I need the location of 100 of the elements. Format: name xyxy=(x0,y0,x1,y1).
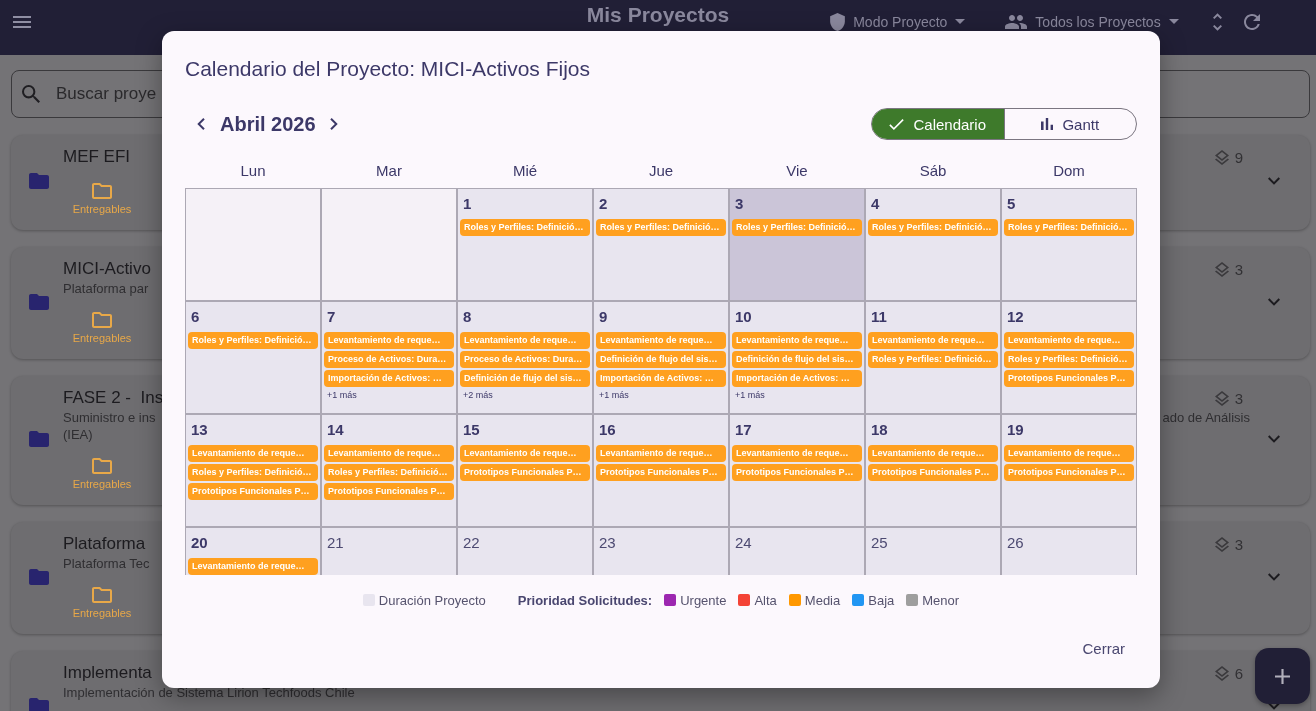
event-chip[interactable]: Prototipos Funcionales P… xyxy=(868,464,998,481)
event-chip[interactable]: Levantamiento de reque… xyxy=(1004,445,1134,462)
event-chip[interactable]: Roles y Perfiles: Definició… xyxy=(868,351,998,368)
day-number: 14 xyxy=(326,420,344,440)
refresh-button[interactable] xyxy=(1243,13,1260,30)
folder-icon xyxy=(29,293,49,310)
chevron-left-icon xyxy=(197,118,205,130)
deliverables-button[interactable]: Entregables xyxy=(63,458,141,491)
event-chip[interactable]: Prototipos Funcionales P… xyxy=(732,464,862,481)
weekday-label: Lun xyxy=(240,161,266,179)
event-chip[interactable]: Levantamiento de reque… xyxy=(596,445,726,462)
project-title: MEF EFI xyxy=(63,147,131,167)
event-chip[interactable]: Roles y Perfiles: Definició… xyxy=(868,219,998,236)
folder-icon xyxy=(29,173,49,189)
folder-icon xyxy=(29,568,49,585)
event-chip[interactable]: Definición de flujo del sis… xyxy=(460,370,590,387)
event-chip[interactable]: Roles y Perfiles: Definició… xyxy=(732,219,862,236)
chevron-down-icon xyxy=(1268,297,1280,306)
caret-icon xyxy=(1168,19,1179,24)
event-chip[interactable]: Levantamiento de reque… xyxy=(324,445,454,462)
previous-month-button[interactable] xyxy=(197,118,205,130)
event-chip[interactable]: Roles y Perfiles: Definició… xyxy=(596,219,726,236)
expand-collapse-button[interactable] xyxy=(1212,12,1222,31)
expand-button[interactable] xyxy=(1268,572,1280,581)
event-chip[interactable]: Prototipos Funcionales P… xyxy=(1004,370,1134,387)
day-number: 13 xyxy=(190,420,208,440)
item-count: 9 xyxy=(1234,148,1243,166)
event-chip[interactable]: Prototipos Funcionales P… xyxy=(188,483,318,500)
deliverables-button[interactable]: Entregables xyxy=(63,587,141,620)
event-chip[interactable]: Levantamiento de reque… xyxy=(460,445,590,462)
legend-label: Alta xyxy=(754,592,777,608)
deliverables-button[interactable]: Entregables xyxy=(63,183,141,216)
event-chip[interactable]: Roles y Perfiles: Definició… xyxy=(460,219,590,236)
expand-button[interactable] xyxy=(1268,297,1280,306)
project-title: MICI-Activo xyxy=(63,259,151,279)
event-chip[interactable]: Definición de flujo del sis… xyxy=(732,351,862,368)
legend-label: Media xyxy=(804,592,841,608)
folder-icon xyxy=(92,458,112,474)
event-chip[interactable]: Importación de Activos: … xyxy=(324,370,454,387)
event-chip[interactable]: Proceso de Activos: Dura… xyxy=(324,351,454,368)
plus-icon xyxy=(1275,668,1290,684)
layers-icon xyxy=(1214,390,1229,406)
mode-dropdown[interactable]: Modo Proyecto xyxy=(830,12,966,31)
event-chip[interactable]: Proceso de Activos: Dura… xyxy=(460,351,590,368)
day-number: 1 xyxy=(462,194,472,214)
event-chip[interactable]: Levantamiento de reque… xyxy=(868,445,998,462)
menu-button[interactable] xyxy=(13,15,31,28)
day-number: 18 xyxy=(870,420,888,440)
weekday-label: Jue xyxy=(648,161,674,179)
bar-chart-icon xyxy=(1041,118,1054,130)
event-chip[interactable]: Definición de flujo del sis… xyxy=(596,351,726,368)
event-chip[interactable]: Prototipos Funcionales P… xyxy=(324,483,454,500)
day-number: 4 xyxy=(870,194,880,214)
event-chip[interactable]: Levantamiento de reque… xyxy=(460,332,590,349)
view-tab[interactable]: Gantt xyxy=(1003,109,1136,139)
event-chip[interactable]: Roles y Perfiles: Definició… xyxy=(324,464,454,481)
legend-label: Menor xyxy=(922,592,960,608)
event-chip[interactable]: Levantamiento de reque… xyxy=(596,332,726,349)
event-chip[interactable]: Importación de Activos: … xyxy=(732,370,862,387)
event-chip[interactable]: Importación de Activos: … xyxy=(596,370,726,387)
day-number: 15 xyxy=(462,420,480,440)
next-month-button[interactable] xyxy=(329,118,338,130)
day-number: 17 xyxy=(734,420,752,440)
deliverables-button[interactable]: Entregables xyxy=(63,312,141,345)
project-description: Suministro e ins xyxy=(63,409,156,426)
project-title: FASE 2 - Ins xyxy=(63,388,164,408)
event-chip[interactable]: Roles y Perfiles: Definició… xyxy=(188,332,318,349)
expand-button[interactable] xyxy=(1268,177,1280,185)
folder-icon xyxy=(92,312,112,328)
more-events-link[interactable]: +2 más xyxy=(460,389,493,401)
weekday-label: Mar xyxy=(376,161,402,179)
more-events-link[interactable]: +1 más xyxy=(324,389,357,401)
event-chip[interactable]: Roles y Perfiles: Definició… xyxy=(1004,219,1134,236)
close-button[interactable]: Cerrar xyxy=(1070,632,1137,664)
event-chip[interactable]: Levantamiento de reque… xyxy=(732,445,862,462)
legend-title: Prioridad Solicitudes: xyxy=(517,592,653,608)
event-chip[interactable]: Levantamiento de reque… xyxy=(732,332,862,349)
event-chip[interactable]: Levantamiento de reque… xyxy=(188,558,318,575)
more-events-link[interactable]: +1 más xyxy=(596,389,629,401)
event-chip[interactable]: Roles y Perfiles: Definició… xyxy=(188,464,318,481)
search-icon xyxy=(22,85,40,103)
event-chip[interactable]: Levantamiento de reque… xyxy=(188,445,318,462)
item-count: 3 xyxy=(1234,260,1243,278)
event-chip[interactable]: Levantamiento de reque… xyxy=(324,332,454,349)
layers-icon xyxy=(1214,665,1229,681)
expand-button[interactable] xyxy=(1268,435,1280,443)
view-tab[interactable]: Calendario xyxy=(872,109,1004,139)
event-chip[interactable]: Prototipos Funcionales P… xyxy=(460,464,590,481)
add-button[interactable] xyxy=(1255,648,1310,704)
event-chip[interactable]: Levantamiento de reque… xyxy=(1004,332,1134,349)
event-chip[interactable]: Prototipos Funcionales P… xyxy=(1004,464,1134,481)
event-chip[interactable]: Roles y Perfiles: Definició… xyxy=(1004,351,1134,368)
event-chip[interactable]: Prototipos Funcionales P… xyxy=(596,464,726,481)
event-chip[interactable]: Levantamiento de reque… xyxy=(868,332,998,349)
project-filter-dropdown[interactable]: Todos los Proyectos xyxy=(1005,13,1179,30)
item-count: 3 xyxy=(1234,535,1243,553)
project-description: Plataforma par xyxy=(63,280,149,297)
legend-label: Duración Proyecto xyxy=(378,592,486,608)
more-events-link[interactable]: +1 más xyxy=(732,389,765,401)
day-number: 5 xyxy=(1006,194,1016,214)
